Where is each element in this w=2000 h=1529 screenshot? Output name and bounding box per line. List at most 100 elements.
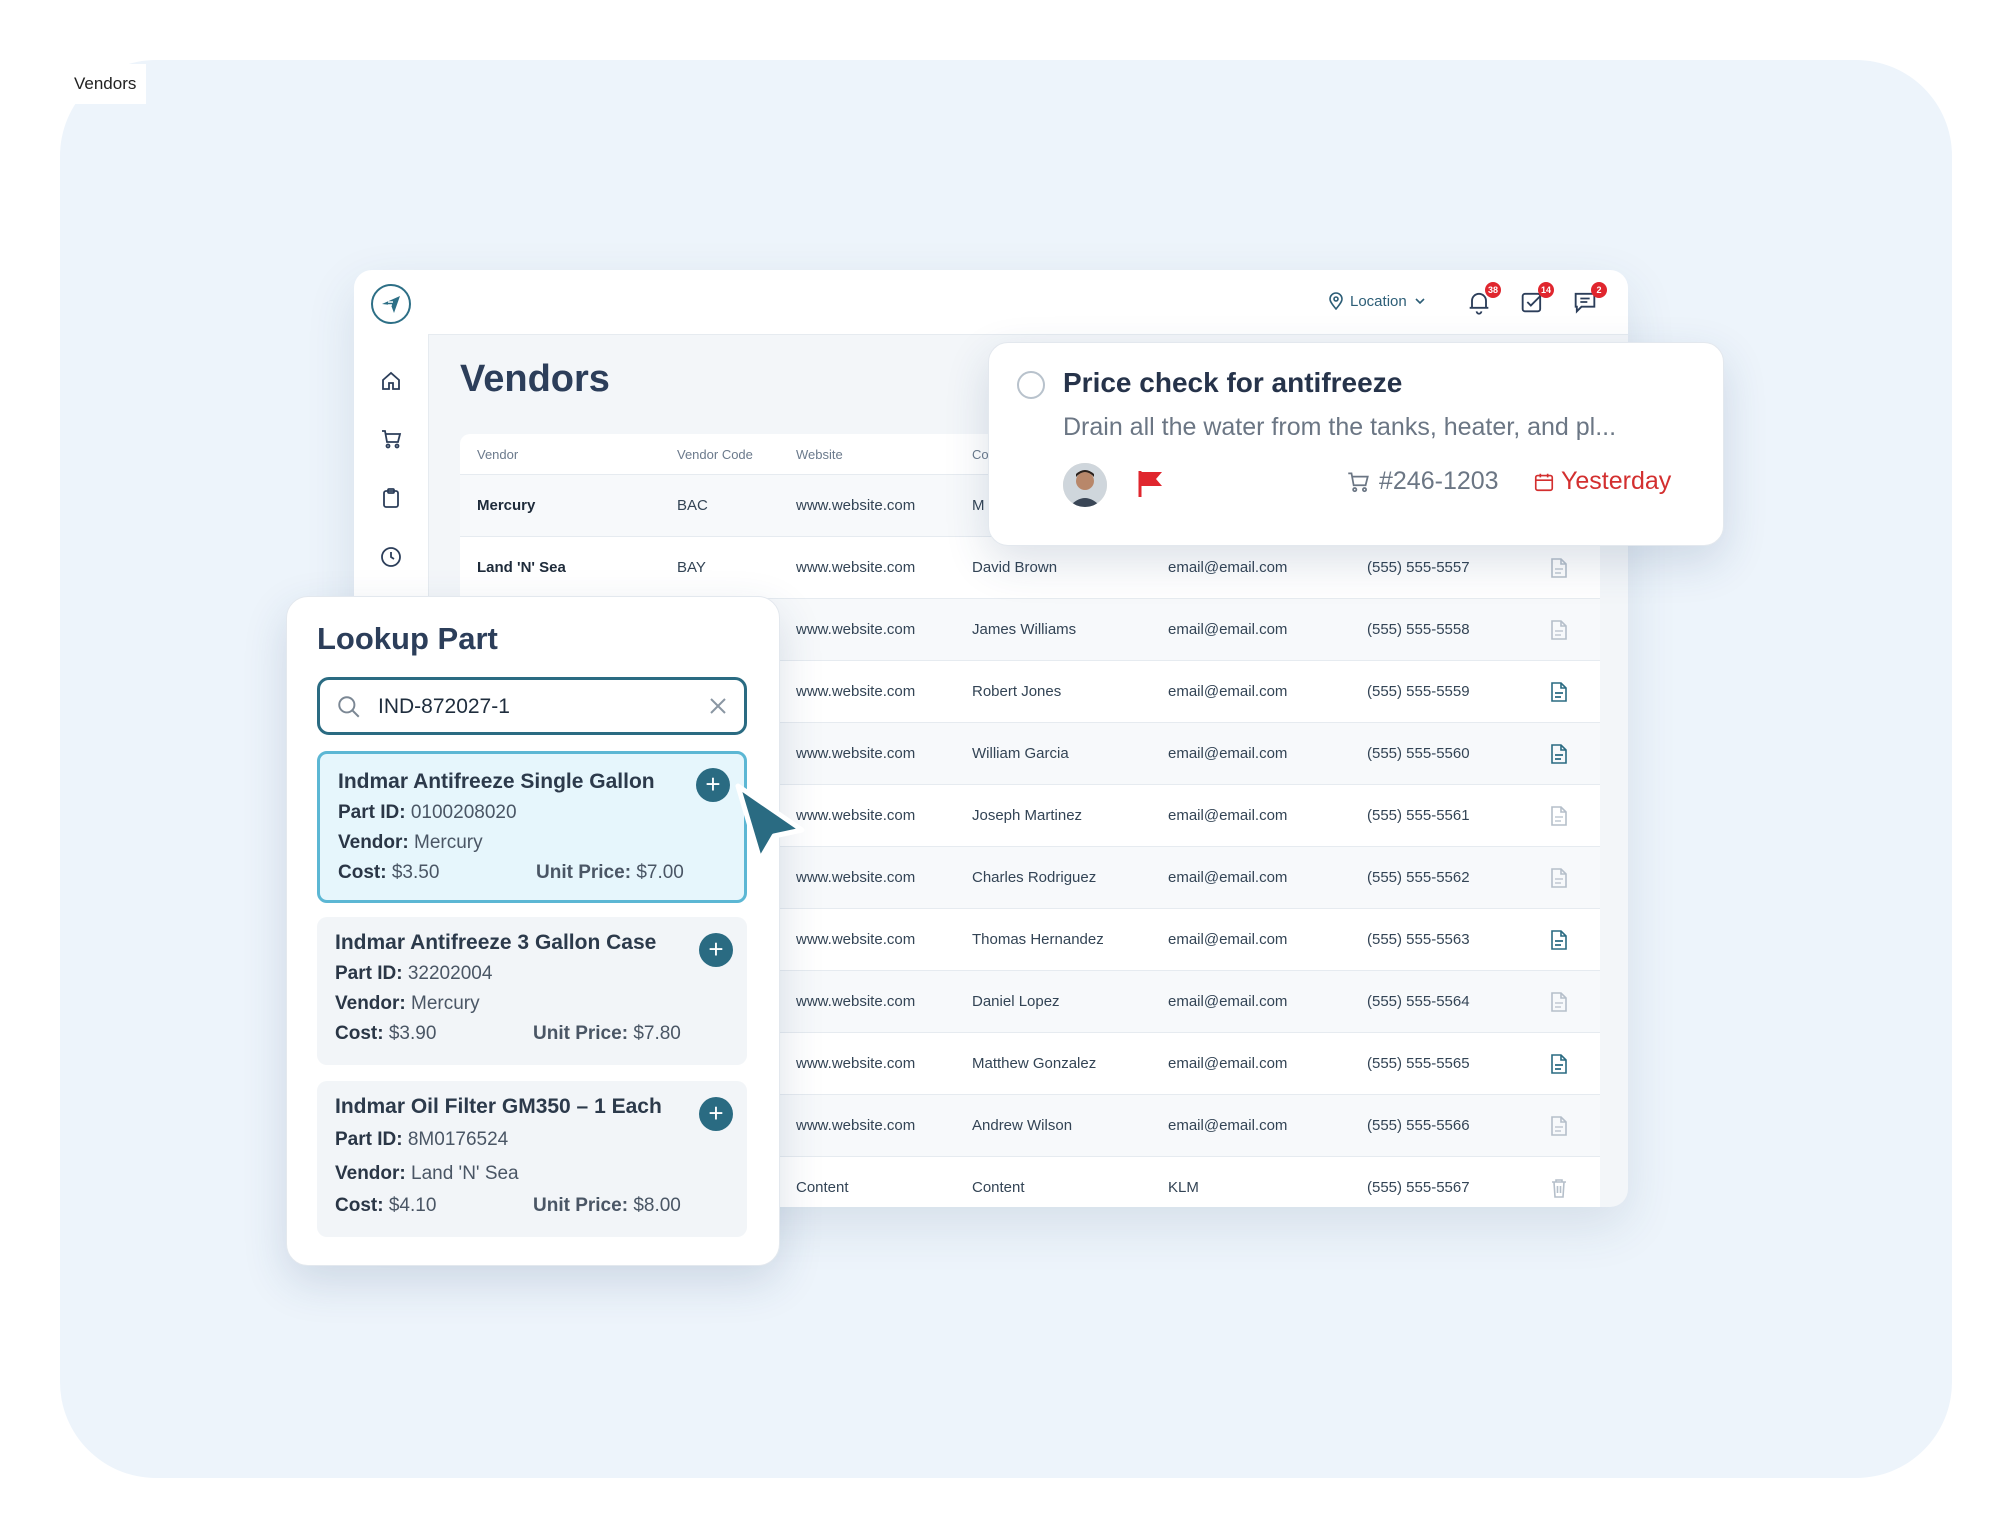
part-cost: $4.10 — [388, 1195, 437, 1216]
part-name: Indmar Oil Filter GM350 – 1 Each — [335, 1095, 662, 1118]
document-icon[interactable] — [1549, 1033, 1569, 1094]
cell-phone: (555) 555-5557 — [1367, 559, 1470, 576]
assignee-avatar[interactable] — [1063, 463, 1107, 507]
part-result-card[interactable]: Indmar Antifreeze 3 Gallon Case Part ID:… — [317, 917, 747, 1065]
cell-phone: (555) 555-5559 — [1367, 683, 1470, 700]
lookup-title: Lookup Part — [317, 621, 498, 656]
vendor-label: Vendor: — [335, 1163, 406, 1184]
tasks-check-icon[interactable]: 14 — [1518, 282, 1554, 316]
part-search-input[interactable] — [376, 686, 680, 728]
document-icon[interactable] — [1549, 661, 1569, 722]
part-result-card[interactable]: Indmar Oil Filter GM350 – 1 Each Part ID… — [317, 1081, 747, 1237]
cost-label: Cost: — [338, 862, 387, 883]
add-part-button[interactable]: + — [699, 1097, 733, 1131]
add-part-button[interactable]: + — [696, 768, 730, 802]
task-complete-radio[interactable] — [1017, 371, 1045, 399]
task-due-date[interactable]: Yesterday — [1533, 467, 1671, 496]
cell-contact: Thomas Hernandez — [972, 931, 1104, 948]
part-vendor: Mercury — [411, 993, 480, 1014]
cell-phone: (555) 555-5567 — [1367, 1179, 1470, 1196]
document-icon[interactable] — [1549, 971, 1569, 1032]
chevron-down-icon — [1415, 298, 1425, 305]
home-icon[interactable] — [378, 368, 404, 394]
top-bar: Location 38 14 2 JW — [428, 270, 1628, 335]
cell-contact: William Garcia — [972, 745, 1069, 762]
cell-contact: Content — [972, 1179, 1025, 1196]
tasks-badge: 14 — [1538, 282, 1554, 298]
order-number: #246-1203 — [1379, 467, 1499, 495]
messages-badge: 2 — [1591, 282, 1607, 298]
document-icon[interactable] — [1549, 785, 1569, 846]
cell-website: www.website.com — [796, 1055, 916, 1072]
part-id-label: Part ID: — [338, 802, 406, 823]
task-order[interactable]: #246-1203 — [1345, 467, 1499, 496]
cell-email: email@email.com — [1168, 745, 1288, 762]
document-icon[interactable] — [1549, 599, 1569, 660]
part-unit-price: $8.00 — [633, 1195, 681, 1216]
cell-website: www.website.com — [796, 993, 916, 1010]
part-result-card[interactable]: Indmar Antifreeze Single Gallon Part ID:… — [317, 751, 747, 903]
part-id: 32202004 — [407, 963, 493, 984]
document-icon[interactable] — [1549, 537, 1569, 598]
cell-email: email@email.com — [1168, 869, 1288, 886]
cell-email: email@email.com — [1168, 1055, 1288, 1072]
part-search-box[interactable] — [317, 677, 747, 735]
cell-email: KLM — [1168, 1179, 1199, 1196]
cart-icon — [1348, 471, 1369, 492]
header-vendor-code[interactable]: Vendor Code — [677, 434, 753, 474]
cell-vendor: Mercury — [477, 497, 536, 514]
logo-icon[interactable] — [371, 284, 411, 324]
document-icon[interactable] — [1549, 909, 1569, 970]
unit-price-label: Unit Price: — [533, 1195, 629, 1216]
part-name: Indmar Antifreeze 3 Gallon Case — [335, 931, 657, 954]
cell-website: www.website.com — [796, 1117, 916, 1134]
cost-label: Cost: — [335, 1195, 384, 1216]
cell-phone: (555) 555-5561 — [1367, 807, 1470, 824]
task-title: Price check for antifreeze — [1063, 367, 1403, 398]
part-name: Indmar Antifreeze Single Gallon — [338, 770, 655, 793]
cell-email: email@email.com — [1168, 559, 1288, 576]
location-dropdown[interactable]: Location — [1328, 292, 1427, 310]
part-vendor: Land 'N' Sea — [411, 1163, 519, 1184]
cell-email: email@email.com — [1168, 993, 1288, 1010]
task-card[interactable]: Price check for antifreeze Drain all the… — [988, 342, 1724, 546]
cell-contact: Robert Jones — [972, 683, 1062, 700]
part-id: 8M0176524 — [407, 1129, 509, 1150]
cell-website: www.website.com — [796, 931, 916, 948]
clipboard-icon[interactable] — [378, 485, 404, 511]
cell-contact: David Brown — [972, 559, 1058, 576]
task-description: Drain all the water from the tanks, heat… — [1063, 413, 1617, 441]
notifications-bell-icon[interactable]: 38 — [1465, 282, 1501, 316]
cell-email: email@email.com — [1168, 683, 1288, 700]
table-row[interactable]: Land 'N' Sea BAY www.website.com David Brow… — [460, 537, 1600, 599]
cart-icon[interactable] — [378, 426, 404, 452]
cell-website: www.website.com — [796, 683, 916, 700]
vendor-label: Vendor: — [335, 993, 406, 1014]
add-part-button[interactable]: + — [699, 933, 733, 967]
messages-chat-icon[interactable]: 2 — [1571, 282, 1607, 316]
trash-icon[interactable] — [1549, 1157, 1569, 1207]
priority-flag-icon[interactable] — [1135, 467, 1167, 504]
calendar-icon — [1534, 473, 1554, 491]
page-title: Vendors — [460, 358, 610, 400]
location-label: Location — [1350, 292, 1407, 310]
header-vendor[interactable]: Vendor — [477, 434, 518, 474]
cell-vendor-code: BAC — [677, 497, 708, 514]
cell-website: www.website.com — [796, 559, 916, 576]
unit-price-label: Unit Price: — [536, 862, 632, 883]
header-website[interactable]: Website — [796, 434, 843, 474]
part-id-label: Part ID: — [335, 963, 403, 984]
clear-icon[interactable] — [708, 696, 728, 716]
part-unit-price: $7.80 — [633, 1023, 681, 1044]
cell-contact: Matthew Gonzalez — [972, 1055, 1097, 1072]
cell-phone: (555) 555-5558 — [1367, 621, 1470, 638]
cell-contact: James Williams — [972, 621, 1077, 638]
clock-icon[interactable] — [378, 544, 404, 570]
cell-contact: Daniel Lopez — [972, 993, 1060, 1010]
document-icon[interactable] — [1549, 847, 1569, 908]
document-icon[interactable] — [1549, 723, 1569, 784]
cell-vendor-code: BAY — [677, 559, 706, 576]
cell-email: email@email.com — [1168, 1117, 1288, 1134]
header-contact[interactable]: Co — [972, 434, 989, 474]
document-icon[interactable] — [1549, 1095, 1569, 1156]
